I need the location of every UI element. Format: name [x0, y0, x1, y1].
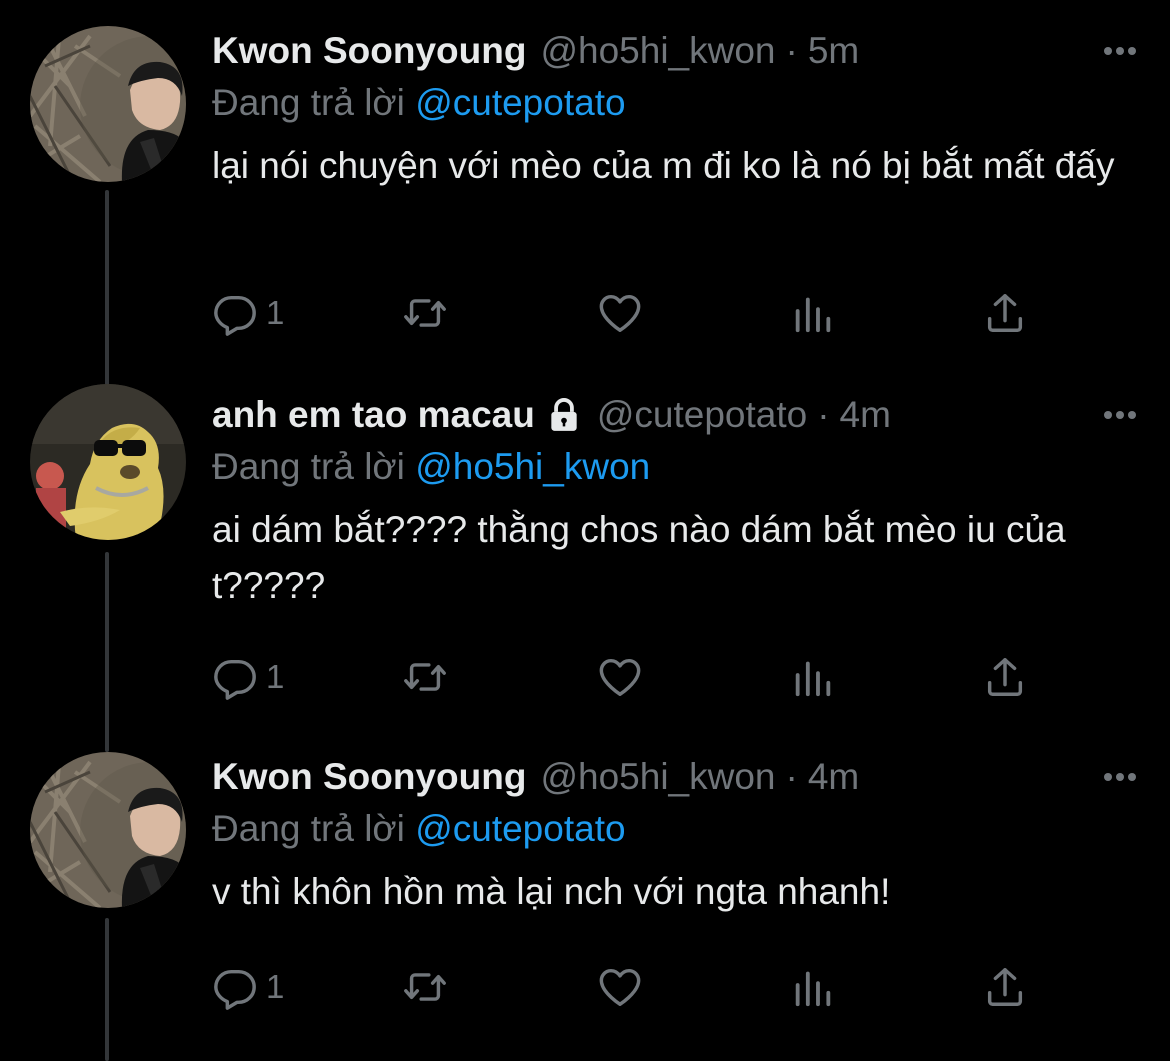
tweet-header: Kwon Soonyoung @ho5hi_kwon · 5m [212, 26, 859, 76]
more-options-icon[interactable] [1100, 762, 1140, 792]
like-button[interactable] [597, 288, 643, 338]
reply-button[interactable]: 1 [212, 652, 284, 702]
like-button[interactable] [597, 652, 643, 702]
display-name[interactable]: Kwon Soonyoung [212, 26, 526, 76]
reply-button[interactable]: 1 [212, 288, 284, 338]
thread-connector [105, 918, 109, 1061]
replying-to-mention[interactable]: @cutepotato [415, 808, 625, 849]
analytics-icon [795, 971, 831, 1007]
thread-connector [105, 552, 109, 752]
retweet-icon [404, 663, 446, 691]
handle[interactable]: @cutepotato [597, 390, 807, 440]
tweet-actions: 1 [212, 962, 1042, 1012]
share-button[interactable] [982, 652, 1028, 702]
tweet-header: anh em tao macau @cutepotato · 4m [212, 390, 891, 440]
retweet-button[interactable] [402, 962, 448, 1012]
thread-connector [105, 190, 109, 386]
display-name[interactable]: Kwon Soonyoung [212, 752, 526, 802]
tweet-actions: 1 [212, 652, 1042, 702]
views-button[interactable] [790, 288, 836, 338]
share-button[interactable] [982, 288, 1028, 338]
lock-icon [545, 396, 583, 434]
reply-button[interactable]: 1 [212, 962, 284, 1012]
avatar[interactable] [30, 384, 186, 540]
reply-count: 1 [266, 968, 285, 1005]
like-button[interactable] [597, 962, 643, 1012]
views-button[interactable] [790, 962, 836, 1012]
heart-icon [599, 968, 641, 1006]
heart-icon [599, 658, 641, 696]
separator-dot: · [785, 756, 798, 797]
reply-icon [214, 659, 256, 700]
heart-icon [599, 294, 641, 332]
reply-count: 1 [266, 294, 285, 331]
replying-to: Đang trả lời @ho5hi_kwon [212, 442, 650, 492]
replying-to: Đang trả lời @cutepotato [212, 78, 626, 128]
separator-dot: · [785, 30, 798, 71]
share-button[interactable] [982, 962, 1028, 1012]
timestamp[interactable]: 4m [808, 752, 859, 802]
tweet-header: Kwon Soonyoung @ho5hi_kwon · 4m [212, 752, 859, 802]
retweet-button[interactable] [402, 288, 448, 338]
share-icon [987, 968, 1023, 1006]
more-options-icon[interactable] [1100, 36, 1140, 66]
analytics-icon [795, 661, 831, 697]
avatar[interactable] [30, 752, 186, 908]
timestamp[interactable]: 5m [808, 26, 859, 76]
replying-to-mention[interactable]: @ho5hi_kwon [415, 446, 650, 487]
retweet-icon [404, 973, 446, 1001]
replying-to: Đang trả lời @cutepotato [212, 804, 626, 854]
tweet-text: v thì khôn hồn mà lại nch với ngta nhanh… [212, 871, 891, 912]
replying-to-label: Đang trả lời [212, 808, 405, 849]
handle[interactable]: @ho5hi_kwon [540, 26, 775, 76]
reply-count: 1 [266, 658, 285, 695]
views-button[interactable] [790, 652, 836, 702]
retweet-icon [404, 299, 446, 327]
handle[interactable]: @ho5hi_kwon [540, 752, 775, 802]
reply-icon [214, 295, 256, 336]
separator-dot: · [817, 394, 830, 435]
tweet-text: lại nói chuyện với mèo của m đi ko là nó… [212, 145, 1115, 186]
analytics-icon [795, 297, 831, 333]
replying-to-label: Đang trả lời [212, 446, 405, 487]
tweet-actions: 1 [212, 288, 1042, 338]
tweet-text: ai dám bắt???? thằng chos nào dám bắt mè… [212, 509, 1066, 606]
share-icon [987, 658, 1023, 696]
retweet-button[interactable] [402, 652, 448, 702]
reply-icon [214, 969, 256, 1010]
replying-to-mention[interactable]: @cutepotato [415, 82, 625, 123]
display-name[interactable]: anh em tao macau [212, 390, 535, 440]
timestamp[interactable]: 4m [840, 390, 891, 440]
share-icon [987, 294, 1023, 332]
more-options-icon[interactable] [1100, 400, 1140, 430]
replying-to-label: Đang trả lời [212, 82, 405, 123]
avatar[interactable] [30, 26, 186, 182]
